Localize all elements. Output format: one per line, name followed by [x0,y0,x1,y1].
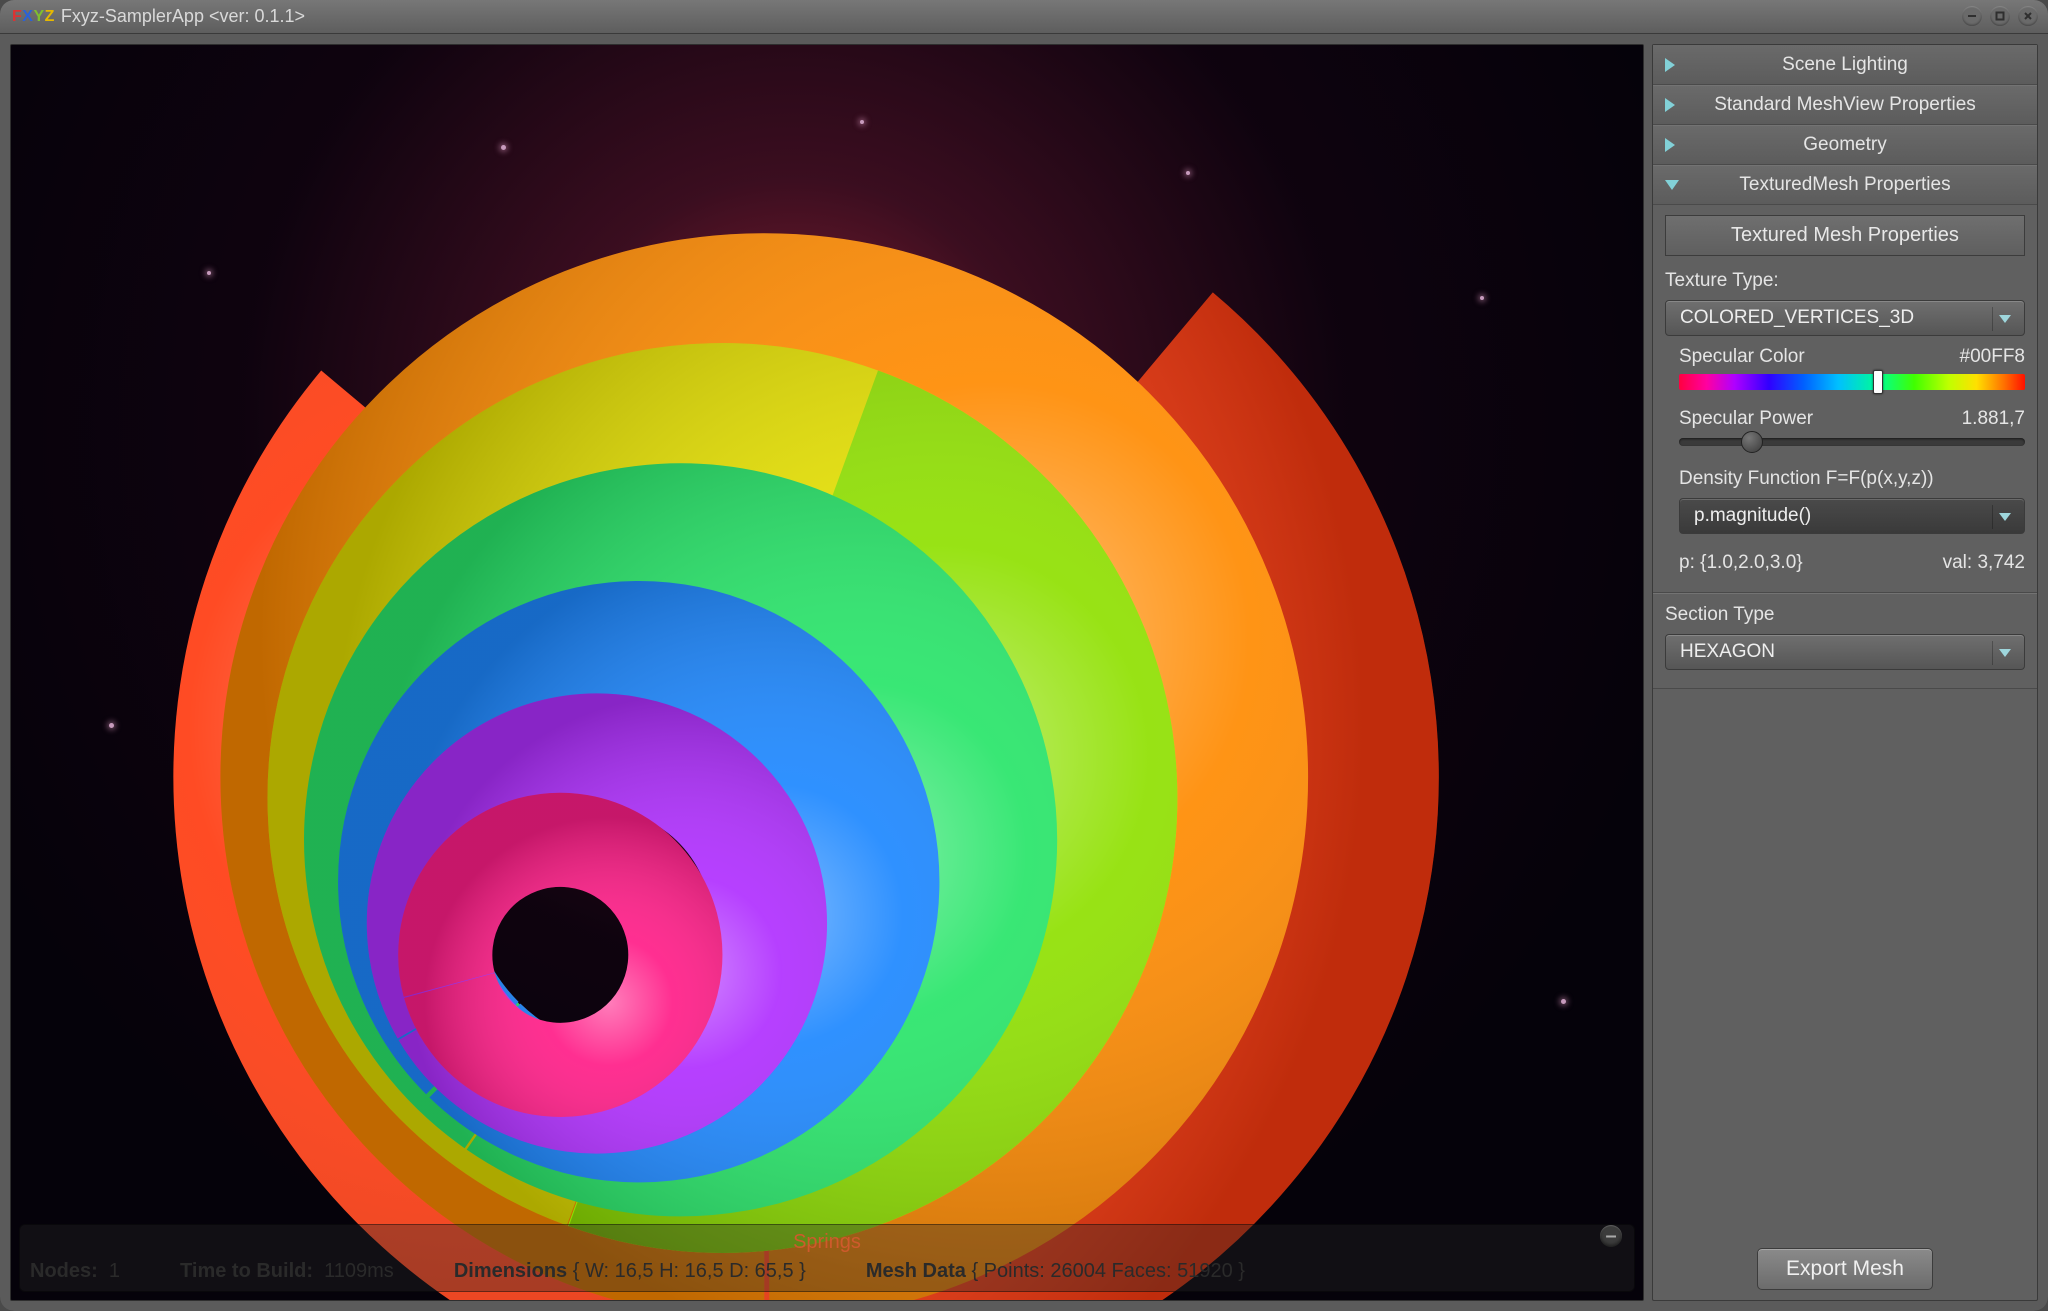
specular-color-value: #00FF8 [1960,346,2025,368]
specular-power-label: Specular Power [1679,408,1813,430]
chevron-right-icon [1665,58,1675,72]
chevron-right-icon [1665,98,1675,112]
section-scene-lighting[interactable]: Scene Lighting [1653,45,2037,85]
dropdown-icon [1992,505,2016,529]
specular-power-slider[interactable] [1679,438,2025,446]
status-dimensions: Dimensions { W: 16,5 H: 16,5 D: 65,5 } [454,1260,806,1283]
window-controls [1962,6,2038,26]
section-standard-meshview-label: Standard MeshView Properties [1714,94,1976,116]
dropdown-icon [1992,641,2016,665]
status-mesh-data: Mesh Data { Points: 26004 Faces: 51920 } [866,1260,1245,1283]
window-title: Fxyz-SamplerApp <ver: 0.1.1> [61,6,305,27]
section-geometry-label: Geometry [1803,134,1886,156]
texture-type-combo[interactable]: COLORED_VERTICES_3D [1665,300,2025,336]
section-type-value: HEXAGON [1680,641,1775,663]
section-geometry[interactable]: Geometry [1653,125,2037,165]
textured-mesh-body: Textured Mesh Properties Texture Type: C… [1653,205,2037,593]
specular-color-thumb[interactable] [1873,370,1883,394]
app-logo: F X Y Z [12,8,55,26]
section-type-body: Section Type HEXAGON [1653,593,2037,689]
density-function-value: p.magnitude() [1694,505,1811,527]
density-function-combo[interactable]: p.magnitude() [1679,498,2025,534]
chevron-down-icon [1665,180,1679,190]
dropdown-icon [1992,307,2016,331]
section-scene-lighting-label: Scene Lighting [1782,54,1908,76]
section-type-combo[interactable]: HEXAGON [1665,634,2025,670]
status-tab: Springs – [30,1229,1624,1260]
export-mesh-button[interactable]: Export Mesh [1757,1248,1933,1290]
status-nodes: Nodes: 1 [30,1260,120,1283]
spring-mesh [11,45,1643,1300]
texture-type-value: COLORED_VERTICES_3D [1680,307,1914,329]
properties-panel: Scene Lighting Standard MeshView Propert… [1652,44,2038,1301]
minimize-button[interactable] [1962,6,1982,26]
specular-power-thumb[interactable] [1741,431,1763,453]
viewport-container: Springs – Nodes: 1 Time to Build: 1109ms… [10,44,1644,1301]
specular-color-slider[interactable] [1679,374,2025,390]
texture-type-label: Texture Type: [1665,270,2025,292]
section-textured-mesh-label: TexturedMesh Properties [1739,174,1950,196]
density-p-label: p: {1.0,2.0,3.0} [1679,552,1803,574]
section-textured-mesh[interactable]: TexturedMesh Properties [1653,165,2037,205]
density-val-label: val: 3,742 [1943,552,2025,574]
app-body: Springs – Nodes: 1 Time to Build: 1109ms… [0,34,2048,1311]
maximize-button[interactable] [1990,6,2010,26]
app-window: F X Y Z Fxyz-SamplerApp <ver: 0.1.1> [0,0,2048,1311]
section-standard-meshview[interactable]: Standard MeshView Properties [1653,85,2037,125]
chevron-right-icon [1665,138,1675,152]
status-bar: Springs – Nodes: 1 Time to Build: 1109ms… [19,1224,1635,1292]
section-type-label: Section Type [1665,604,2025,626]
status-tab-title: Springs [793,1231,861,1253]
viewport-3d[interactable]: Springs – Nodes: 1 Time to Build: 1109ms… [11,45,1643,1300]
minimize-status-icon[interactable]: – [1600,1225,1622,1247]
status-row: Nodes: 1 Time to Build: 1109ms Dimension… [30,1260,1624,1283]
specular-power-value: 1.881,7 [1962,408,2025,430]
density-function-label: Density Function F=F(p(x,y,z)) [1679,468,2025,490]
specular-color-label: Specular Color [1679,346,1805,368]
titlebar: F X Y Z Fxyz-SamplerApp <ver: 0.1.1> [0,0,2048,34]
close-button[interactable] [2018,6,2038,26]
status-build-time: Time to Build: 1109ms [180,1260,394,1283]
textured-mesh-subtitle: Textured Mesh Properties [1665,215,2025,256]
